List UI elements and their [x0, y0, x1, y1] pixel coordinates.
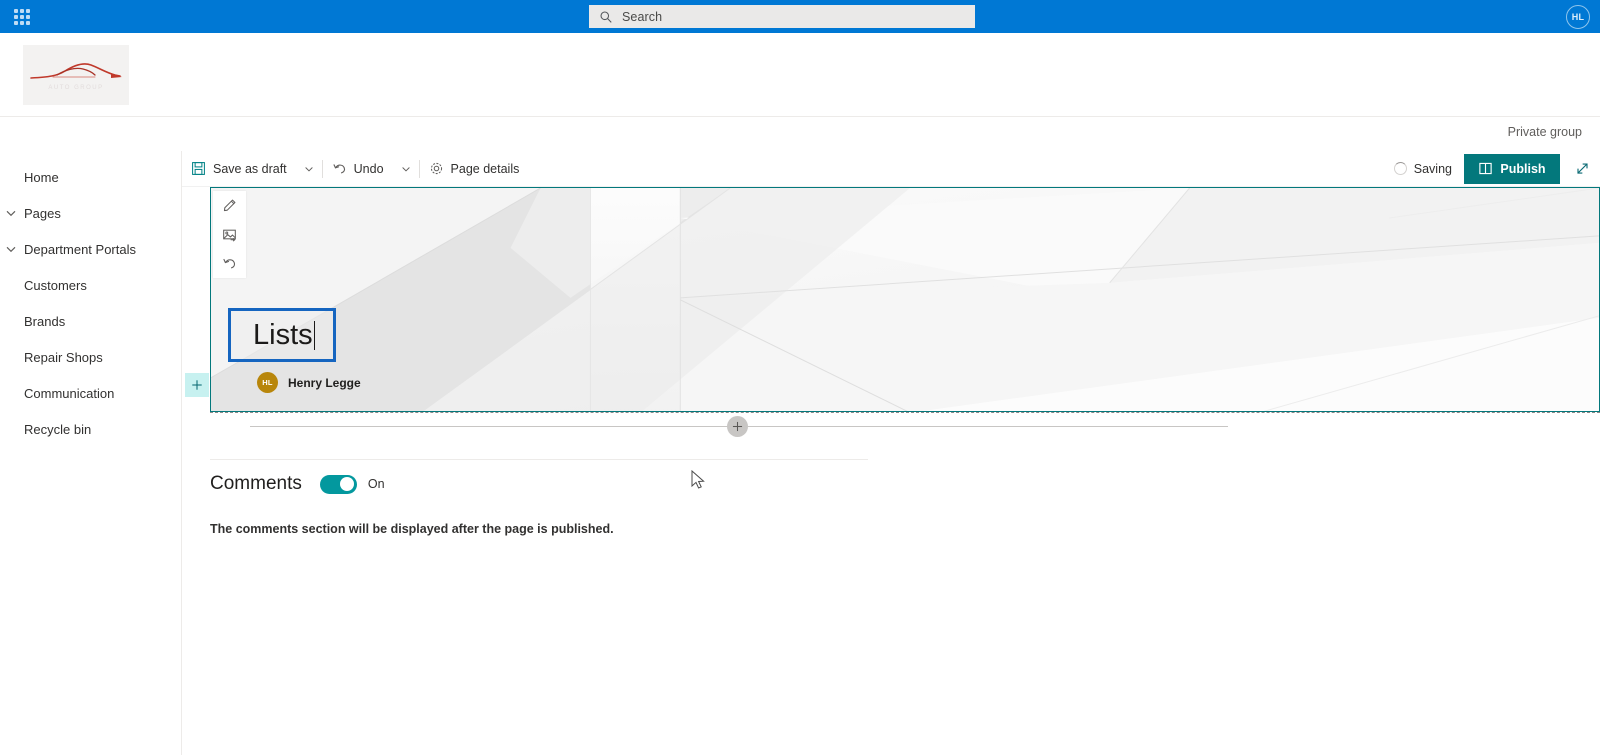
nav-item-brands[interactable]: Brands — [0, 303, 181, 339]
undo-icon — [332, 161, 347, 176]
undo-reset-icon — [223, 258, 236, 269]
command-bar: Save as draft Undo Page details Saving P… — [182, 151, 1600, 187]
app-launcher-button[interactable] — [0, 0, 44, 33]
nav-item-label: Communication — [24, 385, 115, 401]
plus-icon — [732, 421, 743, 432]
comments-hint: The comments section will be displayed a… — [210, 522, 614, 536]
hero-web-part[interactable]: Lists HL Henry Legge — [210, 187, 1600, 412]
site-logo[interactable]: AUTO GROUP — [23, 45, 129, 105]
author-initials: HL — [262, 378, 273, 387]
expand-button[interactable] — [1564, 151, 1600, 187]
web-part-boundary — [210, 412, 1600, 413]
comments-section: Comments On The comments section will be… — [210, 469, 1110, 536]
nav-item-pages[interactable]: Pages — [0, 195, 181, 231]
hero-selection-frame: Lists HL Henry Legge — [210, 187, 1600, 412]
plus-icon — [192, 380, 202, 390]
comments-toggle-state: On — [367, 477, 385, 491]
nav-item-label: Brands — [24, 313, 66, 329]
search-placeholder: Search — [622, 9, 663, 24]
page-author[interactable]: HL Henry Legge — [257, 372, 361, 393]
toggle-knob — [339, 477, 354, 491]
site-header: AUTO GROUP — [0, 33, 1600, 117]
nav-item-label: Department Portals — [24, 241, 136, 257]
group-info-bar: Private group — [0, 117, 1600, 151]
nav-item-communication[interactable]: Communication — [0, 375, 181, 411]
publish-label: Publish — [1500, 161, 1546, 176]
reset-image-button[interactable] — [213, 249, 246, 278]
nav-item-label: Pages — [24, 205, 61, 221]
add-web-part-button[interactable] — [727, 416, 748, 437]
page-details-button[interactable]: Page details — [420, 151, 529, 187]
save-as-draft-label: Save as draft — [213, 161, 287, 176]
pencil-edit-icon — [223, 199, 236, 212]
group-privacy-label: Private group — [1507, 125, 1582, 139]
nav-item-label: Home — [24, 169, 59, 185]
chevron-down-icon[interactable] — [3, 241, 19, 257]
undo-options-caret[interactable] — [393, 151, 419, 187]
nav-item-label: Customers — [24, 277, 87, 293]
gear-icon — [429, 161, 444, 176]
nav-item-label: Recycle bin — [24, 421, 92, 437]
spinner-icon — [1393, 162, 1407, 175]
avatar-initials: HL — [1571, 12, 1585, 22]
comments-header-row: Comments On — [210, 469, 1110, 499]
user-avatar[interactable]: HL — [1566, 5, 1590, 29]
save-icon — [191, 161, 206, 176]
nav-item-department-portals[interactable]: Department Portals — [0, 231, 181, 267]
svg-text:AUTO GROUP: AUTO GROUP — [48, 85, 103, 91]
chevron-down-icon[interactable] — [3, 205, 19, 221]
hero-toolbar — [213, 191, 246, 278]
hero-background-image — [211, 188, 1599, 411]
save-as-draft-button[interactable]: Save as draft — [182, 151, 296, 187]
publish-book-icon — [1478, 161, 1493, 176]
undo-button[interactable]: Undo — [323, 151, 393, 187]
author-avatar: HL — [257, 372, 278, 393]
saving-status: Saving — [1393, 161, 1452, 176]
author-name: Henry Legge — [288, 375, 361, 390]
edit-web-part-button[interactable] — [213, 191, 246, 220]
nav-item-repair-shops[interactable]: Repair Shops — [0, 339, 181, 375]
nav-item-customers[interactable]: Customers — [0, 267, 181, 303]
page-title-value: Lists — [253, 318, 313, 351]
text-caret — [313, 320, 316, 350]
change-image-button[interactable] — [213, 220, 246, 249]
nav-item-label: Repair Shops — [24, 349, 103, 365]
search-icon — [600, 10, 612, 23]
page-details-label: Page details — [450, 161, 520, 176]
save-options-caret[interactable] — [296, 151, 322, 187]
chevron-down-icon — [304, 166, 313, 172]
page-title-input[interactable]: Lists — [228, 308, 337, 362]
page-canvas: Save as draft Undo Page details Saving P… — [182, 151, 1600, 755]
left-navigation: Home Pages Department Portals Customers … — [0, 151, 182, 755]
search-input[interactable]: Search — [589, 5, 975, 28]
undo-label: Undo — [353, 161, 384, 176]
suite-bar: Search HL — [0, 0, 1600, 33]
comments-title: Comments — [210, 473, 302, 494]
comments-toggle[interactable] — [319, 474, 357, 494]
nav-item-recycle-bin[interactable]: Recycle bin — [0, 411, 181, 447]
comments-divider — [210, 459, 868, 460]
add-section-button[interactable] — [185, 373, 209, 397]
nav-item-home[interactable]: Home — [0, 159, 181, 195]
publish-button[interactable]: Publish — [1464, 153, 1560, 184]
app-launcher-waffle-icon — [14, 8, 30, 25]
expand-diagonal-icon — [1576, 163, 1588, 174]
change-image-icon — [223, 229, 236, 242]
saving-label: Saving — [1413, 161, 1452, 176]
chevron-down-icon — [401, 166, 410, 172]
